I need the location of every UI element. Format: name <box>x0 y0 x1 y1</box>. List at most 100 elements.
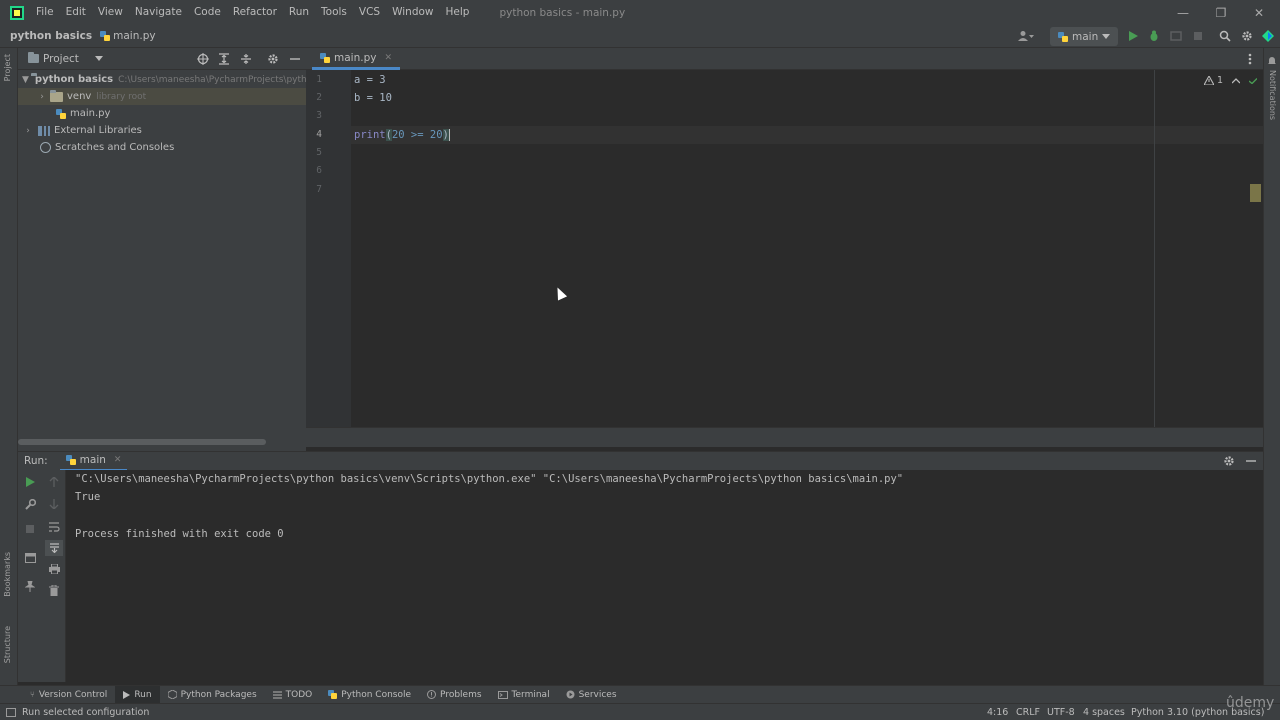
hide-panel-icon[interactable] <box>1246 455 1256 467</box>
search-icon[interactable] <box>1217 28 1233 44</box>
code-expression: 20 >= 20 <box>391 129 443 141</box>
more-options-icon[interactable] <box>1248 53 1252 65</box>
trash-icon[interactable] <box>47 583 61 597</box>
line-number: 7 <box>316 184 322 195</box>
run-tab-main[interactable]: main ✕ <box>59 452 128 471</box>
locate-icon[interactable] <box>197 52 209 65</box>
scroll-to-end-icon[interactable] <box>45 540 63 556</box>
inspection-widget[interactable]: 1 <box>1204 75 1258 86</box>
minimize-button[interactable]: — <box>1164 0 1202 25</box>
arrow-down-icon[interactable] <box>47 497 61 511</box>
restore-button[interactable]: ❐ <box>1202 0 1240 25</box>
hide-panel-icon[interactable] <box>290 53 300 65</box>
packages-icon <box>167 690 177 699</box>
horizontal-scrollbar[interactable] <box>18 439 266 445</box>
gear-icon[interactable] <box>267 53 279 65</box>
jetbrains-icon[interactable] <box>1260 28 1276 44</box>
line-separator[interactable]: CRLF <box>1016 704 1040 720</box>
gear-icon[interactable] <box>1223 455 1235 467</box>
tab-main-py[interactable]: main.py ✕ <box>312 48 400 70</box>
menu-vcs[interactable]: VCS <box>353 0 386 25</box>
close-window-button[interactable]: ✕ <box>1240 0 1278 25</box>
code-editor[interactable] <box>351 70 1263 427</box>
tree-item-external-libraries[interactable]: › External Libraries <box>18 122 142 139</box>
menu-view[interactable]: View <box>92 0 129 25</box>
tab-python-console[interactable]: Python Console <box>320 686 419 704</box>
checkmark-icon[interactable] <box>1249 77 1258 84</box>
editor-bottom-bar <box>306 427 1263 447</box>
gear-icon[interactable] <box>1239 28 1255 44</box>
tab-python-packages[interactable]: Python Packages <box>160 686 265 704</box>
line-number: 6 <box>316 165 322 176</box>
tree-item-path: C:\Users\maneesha\PycharmProjects\pyth <box>118 74 307 85</box>
tree-item-scratches[interactable]: Scratches and Consoles <box>18 139 174 156</box>
expand-all-icon[interactable] <box>219 52 229 65</box>
close-tab-icon[interactable]: ✕ <box>384 53 392 63</box>
rerun-icon[interactable] <box>23 475 37 489</box>
notifications-stripe-button[interactable]: Notifications <box>1268 70 1277 120</box>
tab-terminal[interactable]: Terminal <box>490 686 558 704</box>
project-panel-title[interactable]: Project <box>43 53 79 65</box>
indent-setting[interactable]: 4 spaces <box>1083 704 1125 720</box>
chevron-right-icon[interactable]: › <box>22 126 34 136</box>
window-title: python basics - main.py <box>499 6 626 19</box>
breadcrumb-project[interactable]: python basics <box>10 30 92 42</box>
caret-position[interactable]: 4:16 <box>987 704 1008 720</box>
run-configuration-select[interactable]: main <box>1050 27 1118 46</box>
tool-tab-label: TODO <box>285 689 313 700</box>
tab-services[interactable]: Services <box>558 686 625 704</box>
file-encoding[interactable]: UTF-8 <box>1047 704 1075 720</box>
soft-wrap-icon[interactable] <box>47 520 61 534</box>
terminal-icon <box>497 690 508 699</box>
menu-refactor[interactable]: Refactor <box>227 0 283 25</box>
menu-help[interactable]: Help <box>440 0 476 25</box>
scrollbar-marker[interactable] <box>1250 184 1261 202</box>
menu-tools[interactable]: Tools <box>315 0 353 25</box>
chevron-down-icon[interactable]: ▼ <box>22 75 29 85</box>
pin-icon[interactable] <box>23 579 37 593</box>
tab-problems[interactable]: Problems <box>419 686 489 704</box>
code-line-2: b = 10 <box>354 92 392 104</box>
layout-icon[interactable] <box>23 551 37 565</box>
python-file-icon <box>1058 31 1068 42</box>
stop-icon[interactable] <box>1190 28 1206 44</box>
menu-code[interactable]: Code <box>188 0 227 25</box>
tree-item-label: python basics <box>34 74 114 85</box>
run-tab-label: main <box>79 454 106 466</box>
chevron-right-icon[interactable]: › <box>36 92 48 102</box>
menu-edit[interactable]: Edit <box>60 0 92 25</box>
run-console-output[interactable] <box>66 470 1263 682</box>
folder-icon <box>50 89 63 102</box>
layout-toggle-icon[interactable] <box>6 708 16 717</box>
menu-window[interactable]: Window <box>386 0 439 25</box>
tab-run[interactable]: Run <box>115 685 160 704</box>
breadcrumb-file[interactable]: main.py <box>100 30 156 42</box>
status-message: Run selected configuration <box>22 706 150 718</box>
bell-icon[interactable] <box>1267 56 1277 66</box>
python-file-icon <box>100 31 111 41</box>
menu-navigate[interactable]: Navigate <box>129 0 188 25</box>
tab-version-control[interactable]: ⑂ Version Control <box>22 686 115 704</box>
structure-stripe-button[interactable]: Structure <box>3 626 12 663</box>
bookmarks-stripe-button[interactable]: Bookmarks <box>3 552 12 597</box>
debug-icon[interactable] <box>1146 28 1162 44</box>
arrow-up-icon[interactable] <box>47 475 61 489</box>
run-icon[interactable] <box>1125 28 1141 44</box>
menu-run[interactable]: Run <box>283 0 315 25</box>
stop-icon[interactable] <box>23 522 37 536</box>
project-stripe-button[interactable]: Project <box>3 54 12 81</box>
tree-item-main-py[interactable]: main.py <box>18 105 110 122</box>
wrench-icon[interactable] <box>23 497 37 511</box>
user-icon[interactable] <box>1014 28 1038 44</box>
print-icon[interactable] <box>47 562 61 576</box>
chevron-up-icon[interactable] <box>1232 77 1241 84</box>
tree-item-venv[interactable]: › venv library root <box>18 88 306 105</box>
coverage-icon[interactable] <box>1168 28 1184 44</box>
tree-item-project-root[interactable]: ▼ python basics C:\Users\maneesha\Pychar… <box>18 71 307 88</box>
close-tab-icon[interactable]: ✕ <box>114 455 122 465</box>
tab-todo[interactable]: TODO <box>265 686 321 704</box>
collapse-all-icon[interactable] <box>241 53 251 65</box>
menu-file[interactable]: File <box>30 0 60 25</box>
menu-bar: File Edit View Navigate Code Refactor Ru… <box>0 0 1280 25</box>
chevron-down-icon[interactable] <box>94 55 103 62</box>
